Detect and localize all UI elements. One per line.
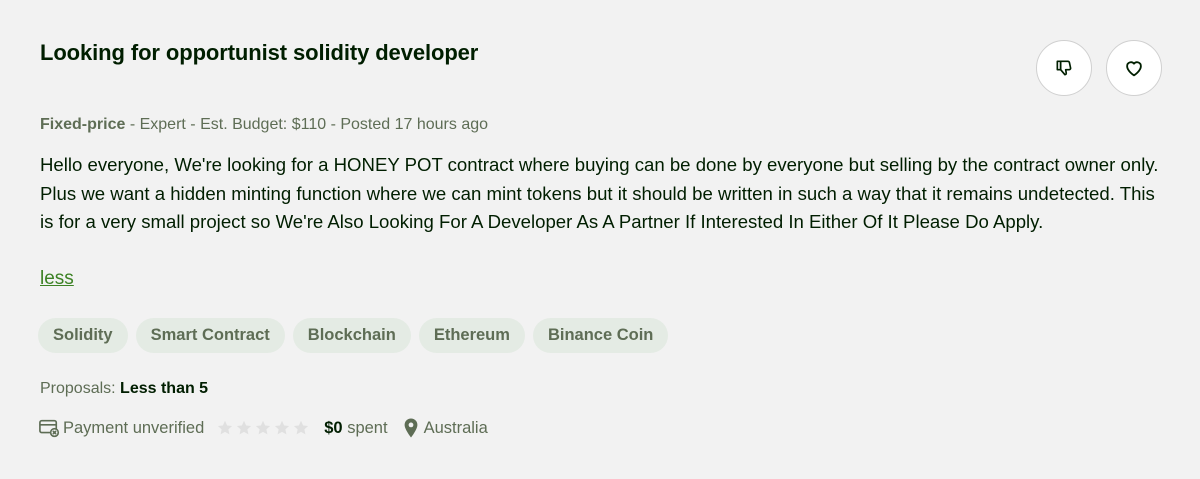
client-rating — [216, 419, 310, 437]
payment-status: Payment unverified — [38, 418, 204, 438]
skill-tag[interactable]: Solidity — [38, 318, 128, 353]
star-icon — [294, 420, 309, 435]
job-card: Looking for opportunist solidity develop… — [0, 0, 1200, 479]
job-meta: Fixed-price - Expert - Est. Budget: $110… — [40, 116, 489, 133]
less-link[interactable]: less — [40, 268, 74, 290]
client-spent: $0 spent — [324, 419, 387, 438]
star-icon — [256, 420, 271, 435]
skill-tag[interactable]: Binance Coin — [532, 318, 669, 353]
skill-tags: Solidity Smart Contract Blockchain Ether… — [38, 318, 669, 353]
thumbs-down-icon — [1056, 60, 1072, 76]
skill-tag[interactable]: Ethereum — [418, 318, 525, 353]
client-info: Payment unverified $0 spent Australia — [38, 418, 488, 438]
spent-label: spent — [347, 418, 388, 437]
heart-icon — [1126, 61, 1142, 77]
dislike-button[interactable] — [1036, 40, 1092, 96]
spent-amount: $0 — [324, 418, 343, 437]
job-title[interactable]: Looking for opportunist solidity develop… — [40, 40, 478, 66]
budget-label: Est. Budget: — [200, 116, 288, 133]
map-pin-icon — [404, 418, 417, 438]
proposals: Proposals: Less than 5 — [40, 380, 208, 398]
credit-card-icon — [39, 419, 60, 438]
posted-time: Posted 17 hours ago — [340, 116, 489, 133]
proposals-label: Proposals: — [40, 380, 116, 397]
star-icon — [237, 420, 252, 435]
job-actions — [1036, 40, 1162, 96]
skill-tag[interactable]: Blockchain — [292, 318, 411, 353]
job-type: Fixed-price — [40, 116, 126, 133]
client-location: Australia — [404, 418, 488, 438]
skill-tag[interactable]: Smart Contract — [135, 318, 285, 353]
save-job-button[interactable] — [1106, 40, 1162, 96]
star-icon — [275, 420, 290, 435]
proposals-value: Less than 5 — [120, 380, 209, 397]
star-icon — [218, 420, 233, 435]
budget-value: $110 — [291, 116, 327, 133]
payment-status-text: Payment unverified — [63, 418, 205, 437]
experience-level: Expert — [139, 116, 186, 133]
job-description: Hello everyone, We're looking for a HONE… — [40, 154, 1159, 232]
location-text: Australia — [423, 418, 488, 437]
